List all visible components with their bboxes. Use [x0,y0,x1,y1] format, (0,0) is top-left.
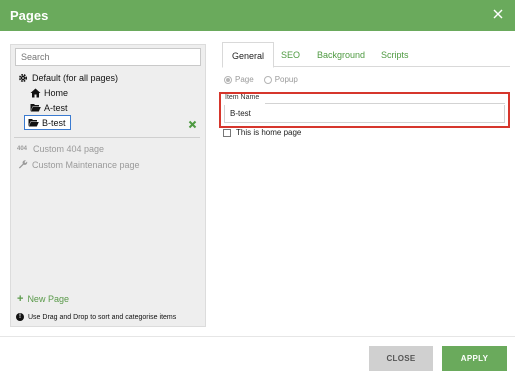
item-name-input[interactable] [224,105,505,123]
folder-open-icon [29,102,41,113]
item-name-field-highlight: Item Name [219,92,510,128]
new-page-button[interactable]: + New Page [17,293,69,305]
home-page-checkbox[interactable] [223,128,231,137]
page-type-options: Page Popup [224,75,308,84]
404-badge: 404 [17,146,28,152]
folder-open-icon [27,117,39,128]
apply-button[interactable]: APPLY [442,346,507,371]
info-icon: ! [16,313,24,321]
drag-hint: ! Use Drag and Drop to sort and categori… [16,313,176,321]
home-page-checkbox-label: This is home page [236,128,302,137]
radio-popup[interactable] [263,75,272,84]
special-item-maintenance[interactable]: Custom Maintenance page [17,159,140,170]
item-name-label-line [265,103,505,104]
radio-page[interactable] [224,75,232,84]
special-item-label: Custom Maintenance page [32,159,140,170]
close-button[interactable]: CLOSE [369,346,433,371]
wrench-icon [17,159,29,170]
tree-item-label: A-test [44,102,68,113]
tree-item-default[interactable]: Default (for all pages) [17,72,118,83]
tab-seo[interactable]: SEO [272,42,309,67]
tree-item-b-test[interactable]: B-test [24,115,71,130]
tab-scripts[interactable]: Scripts [372,42,418,67]
dialog-title: Pages [10,8,49,23]
drag-hint-text: Use Drag and Drop to sort and categorise… [28,313,177,321]
tree-item-a-test[interactable]: A-test [29,102,68,113]
remove-item-icon[interactable] [188,120,197,129]
tree-divider [14,137,200,138]
search-input[interactable] [15,48,201,66]
tab-general[interactable]: General [222,42,275,68]
tab-background[interactable]: Background [308,42,374,67]
close-icon[interactable] [491,7,505,21]
settings-tabs: General SEO Background Scripts [222,42,510,68]
tree-item-label: Default (for all pages) [32,72,119,83]
special-item-404[interactable]: 404 Custom 404 page [17,144,104,154]
gear-icon [17,72,29,83]
footer-divider [0,336,515,337]
radio-page-label: Page [235,75,254,84]
radio-popup-label: Popup [274,75,298,84]
plus-icon: + [17,293,24,305]
home-page-checkbox-row[interactable]: This is home page [223,128,301,137]
tree-item-label: B-test [42,117,66,128]
tree-item-home[interactable]: Home [29,87,68,98]
dialog-titlebar: Pages [0,0,515,31]
tree-item-label: Home [44,87,69,98]
special-item-label: Custom 404 page [33,144,105,154]
home-icon [29,87,41,98]
item-name-label: Item Name [225,94,260,101]
new-page-label: New Page [27,294,69,304]
